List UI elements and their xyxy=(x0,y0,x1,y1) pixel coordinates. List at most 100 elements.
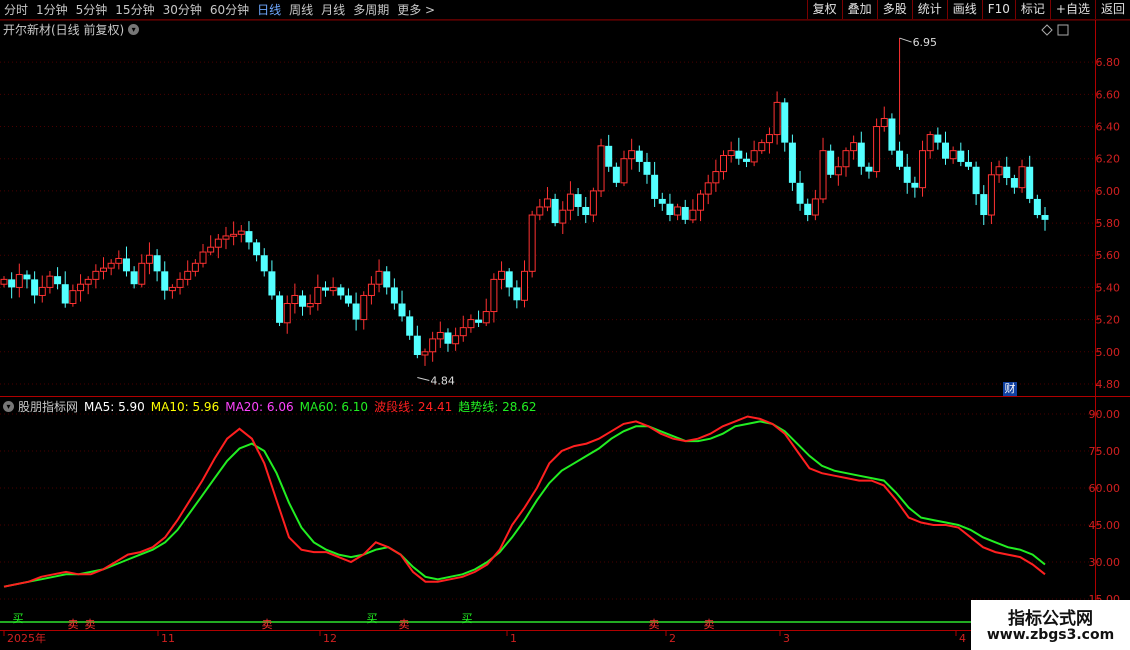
candle-body xyxy=(253,242,261,256)
stock-title: 开尔新材(日线 前复权) xyxy=(3,23,125,37)
candle-body xyxy=(513,287,521,301)
candle-body xyxy=(191,262,199,272)
candle-body xyxy=(138,262,146,285)
candle-body xyxy=(919,150,927,189)
candle-body xyxy=(612,166,620,183)
candle-body xyxy=(712,171,720,184)
candle-body xyxy=(61,284,69,304)
x-axis-label: 4 xyxy=(959,632,966,645)
candle-body xyxy=(299,295,307,307)
finance-badge[interactable]: 财 xyxy=(1003,382,1017,396)
indicator-tick-label: 75.00 xyxy=(1089,445,1121,458)
candle-body xyxy=(429,338,437,353)
sell-signal: 卖 xyxy=(704,618,715,631)
ma5-value: MA5: 5.90 xyxy=(84,399,145,414)
candle-body xyxy=(276,295,284,323)
candle-body xyxy=(54,276,62,285)
candle-body xyxy=(987,174,995,216)
candle-body xyxy=(1033,198,1041,216)
candle-body xyxy=(834,166,842,176)
candle-body xyxy=(498,270,506,280)
indicator-title-bar: ▾ 股朋指标网 MA5: 5.90 MA10: 5.96 MA20: 6.06 … xyxy=(3,398,543,415)
candle-body xyxy=(582,206,590,216)
buy-signal: 买 xyxy=(367,612,378,625)
candle-body xyxy=(949,150,957,160)
chevron-down-icon[interactable]: ▾ xyxy=(128,24,140,35)
candle-body xyxy=(337,287,345,296)
candle-body xyxy=(490,278,498,313)
candle-body xyxy=(467,319,475,329)
candle-body xyxy=(15,274,23,288)
candle-body xyxy=(8,279,16,288)
candle-body xyxy=(444,332,452,344)
chevron-down-icon[interactable]: ▾ xyxy=(3,401,14,412)
candle-body xyxy=(482,311,490,324)
candle-body xyxy=(23,274,31,280)
candle-body xyxy=(651,174,659,199)
candle-body xyxy=(597,145,605,192)
candle-body xyxy=(168,286,176,292)
x-axis-label: 3 xyxy=(783,632,790,645)
candle-body xyxy=(153,255,161,272)
candle-body xyxy=(207,246,215,253)
candle-body xyxy=(352,303,360,320)
candle-body xyxy=(911,182,919,188)
candle-body xyxy=(811,198,819,216)
buy-signal: 买 xyxy=(13,612,24,625)
candle-body xyxy=(184,270,192,280)
candle-body xyxy=(941,142,949,159)
candle-body xyxy=(643,161,651,175)
candle-body xyxy=(827,150,835,175)
candle-body xyxy=(796,182,804,204)
candle-body xyxy=(628,150,636,160)
candle-body xyxy=(865,166,873,172)
indicator-tick-label: 60.00 xyxy=(1089,482,1121,495)
candle-body xyxy=(566,193,574,211)
candle-body xyxy=(689,209,697,221)
candle-body xyxy=(903,166,911,183)
candle-body xyxy=(788,142,796,183)
chart-canvas[interactable]: 6.80 6.60 6.40 6.20 6.00 5.80 5.60 5.40 5.20 5.00… xyxy=(0,0,1130,650)
wave-line-value: 波段线: 24.41 xyxy=(374,400,453,414)
candle-body xyxy=(436,331,444,340)
x-axis-label: 11 xyxy=(161,632,175,645)
candle-body xyxy=(804,203,812,216)
candle-body xyxy=(589,190,597,216)
candle-body xyxy=(957,150,965,162)
candle-body xyxy=(781,102,789,143)
indicator-name: 股朋指标网 xyxy=(18,400,79,414)
candle-body xyxy=(321,287,329,291)
candle-body xyxy=(857,142,865,167)
candle-body xyxy=(605,145,613,167)
candle-body xyxy=(697,193,705,211)
diamond-icon xyxy=(1041,24,1053,36)
candle-body xyxy=(1003,166,1011,179)
candle-body xyxy=(390,287,398,304)
watermark: 指标公式网 www.zbgs3.com xyxy=(971,600,1130,650)
sell-signal: 卖 xyxy=(262,618,273,631)
candle-body xyxy=(237,230,245,235)
candle-body xyxy=(521,270,528,301)
candle-body xyxy=(926,134,934,152)
candle-body xyxy=(704,182,712,195)
candle-body xyxy=(92,270,100,280)
candle-body xyxy=(176,278,184,288)
candle-body xyxy=(329,286,337,292)
candle-body xyxy=(199,251,207,264)
candle-body xyxy=(46,275,54,288)
candle-body xyxy=(245,231,253,243)
candle-body xyxy=(1026,166,1034,199)
candle-body xyxy=(666,203,674,216)
candle-body xyxy=(620,158,628,184)
candle-body xyxy=(505,271,513,288)
candle-body xyxy=(1010,178,1018,188)
candle-body xyxy=(880,117,888,128)
panel-toggle-icon xyxy=(1057,24,1069,36)
candle-body xyxy=(559,209,567,224)
price-tick-label: 6.60 xyxy=(1096,88,1121,101)
x-axis-label: 2025年 xyxy=(7,631,46,645)
wave-line xyxy=(3,415,1046,588)
candle-body xyxy=(344,295,352,304)
price-tick-label: 6.40 xyxy=(1096,121,1121,134)
candle-body xyxy=(980,194,988,216)
